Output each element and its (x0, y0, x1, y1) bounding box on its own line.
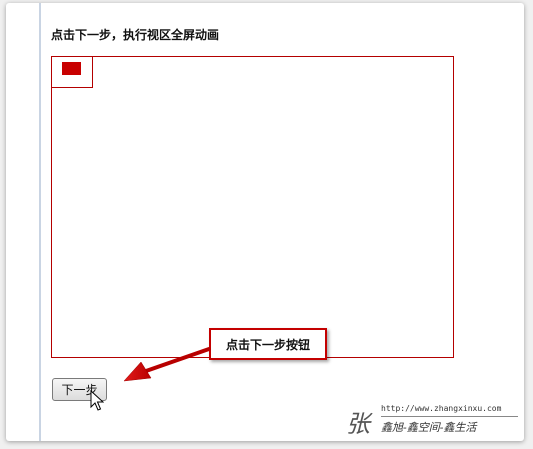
animation-viewport (51, 56, 454, 358)
left-guide-line (39, 3, 41, 441)
red-block (62, 62, 81, 75)
callout-label: 点击下一步按钮 (209, 328, 327, 360)
animation-thumbnail-box (51, 56, 93, 88)
page-heading: 点击下一步，执行视区全屏动画 (51, 28, 220, 42)
watermark-glyph: 张 (346, 410, 370, 438)
demo-window: 点击下一步，执行视区全屏动画 点击下一步按钮 下一步 张 http://www.… (6, 3, 524, 441)
watermark: 张 http://www.zhangxinxu.com 鑫旭-鑫空间-鑫生活 (346, 400, 524, 438)
watermark-name: 鑫旭-鑫空间-鑫生活 (381, 421, 477, 434)
screenshot-stage: 点击下一步，执行视区全屏动画 点击下一步按钮 下一步 张 http://www.… (0, 0, 533, 449)
watermark-url: http://www.zhangxinxu.com (381, 404, 502, 413)
mouse-pointer-icon (90, 390, 104, 411)
watermark-divider (381, 416, 518, 417)
